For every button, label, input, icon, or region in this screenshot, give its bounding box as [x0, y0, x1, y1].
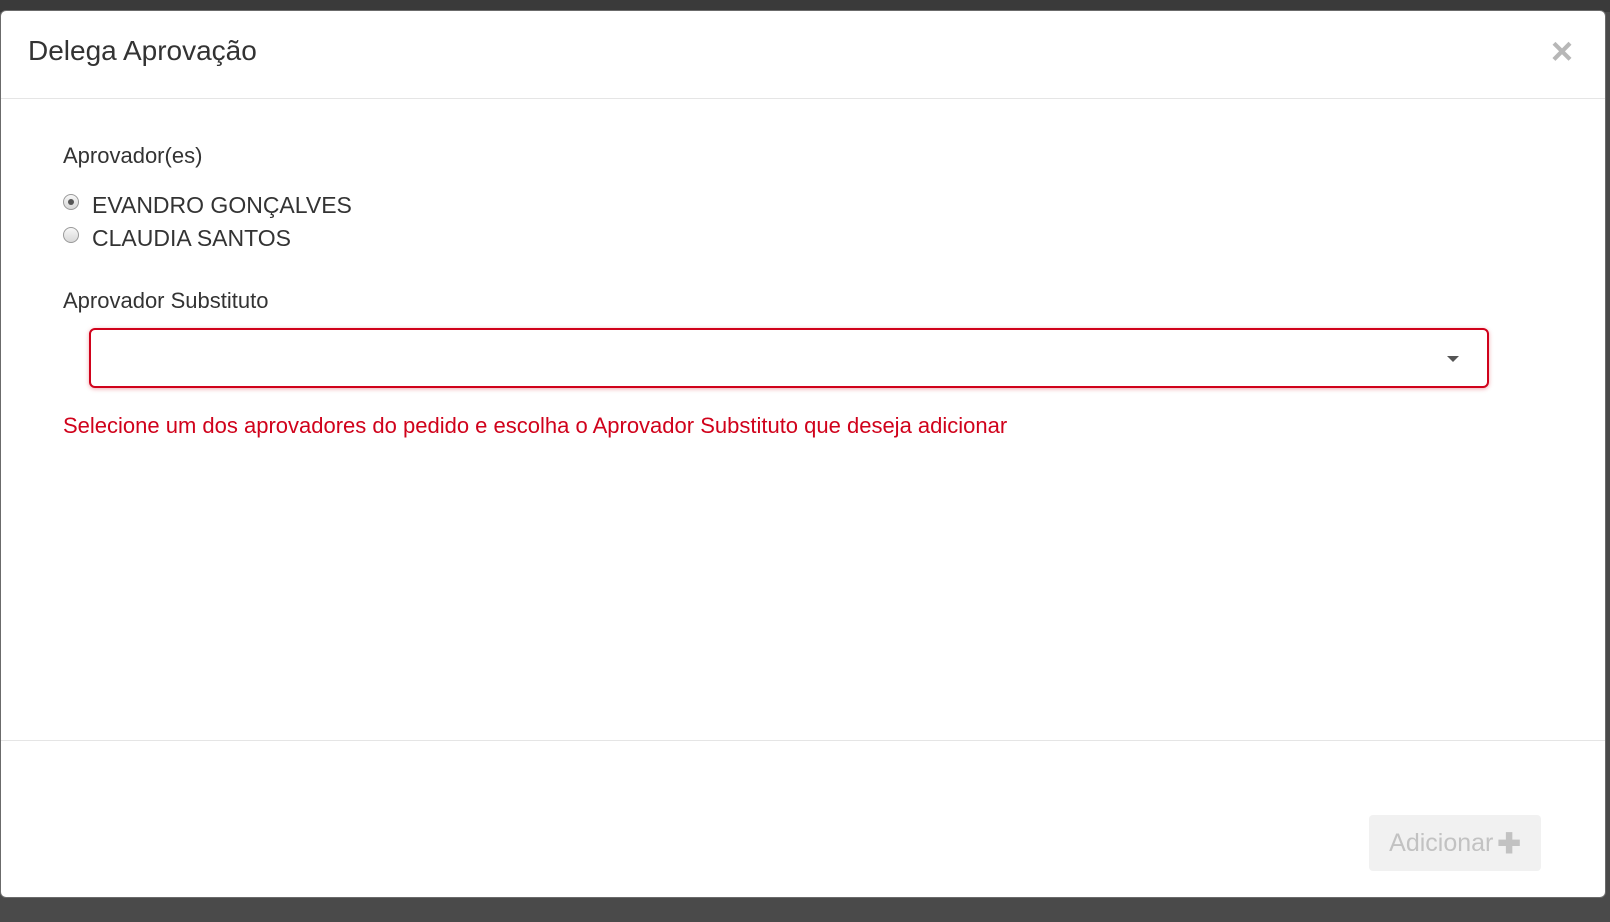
footer-divider	[1, 740, 1605, 741]
close-icon[interactable]: ×	[1545, 33, 1579, 71]
modal-header: Delega Aprovação ×	[1, 11, 1605, 99]
modal-title: Delega Aprovação	[28, 35, 257, 66]
add-button[interactable]: Adicionar ✚	[1369, 815, 1541, 871]
approver-option-evandro[interactable]: EVANDRO GONÇALVES	[63, 190, 352, 220]
approver-option-label: EVANDRO GONÇALVES	[92, 191, 352, 218]
chevron-down-icon[interactable]	[1447, 356, 1459, 362]
delegate-approval-modal: Delega Aprovação × Aprovador(es) EVANDRO…	[0, 10, 1606, 898]
radio-button[interactable]	[63, 227, 79, 243]
add-button-label: Adicionar	[1389, 828, 1494, 857]
validation-error-message: Selecione um dos aprovadores do pedido e…	[63, 413, 1008, 438]
approver-option-claudia[interactable]: CLAUDIA SANTOS	[63, 223, 291, 253]
radio-button[interactable]	[63, 194, 79, 210]
substitute-approver-select[interactable]	[89, 328, 1489, 388]
approvers-label: Aprovador(es)	[63, 143, 203, 168]
approver-option-label: CLAUDIA SANTOS	[92, 224, 291, 251]
substitute-label: Aprovador Substituto	[63, 288, 269, 313]
plus-icon: ✚	[1497, 827, 1521, 859]
